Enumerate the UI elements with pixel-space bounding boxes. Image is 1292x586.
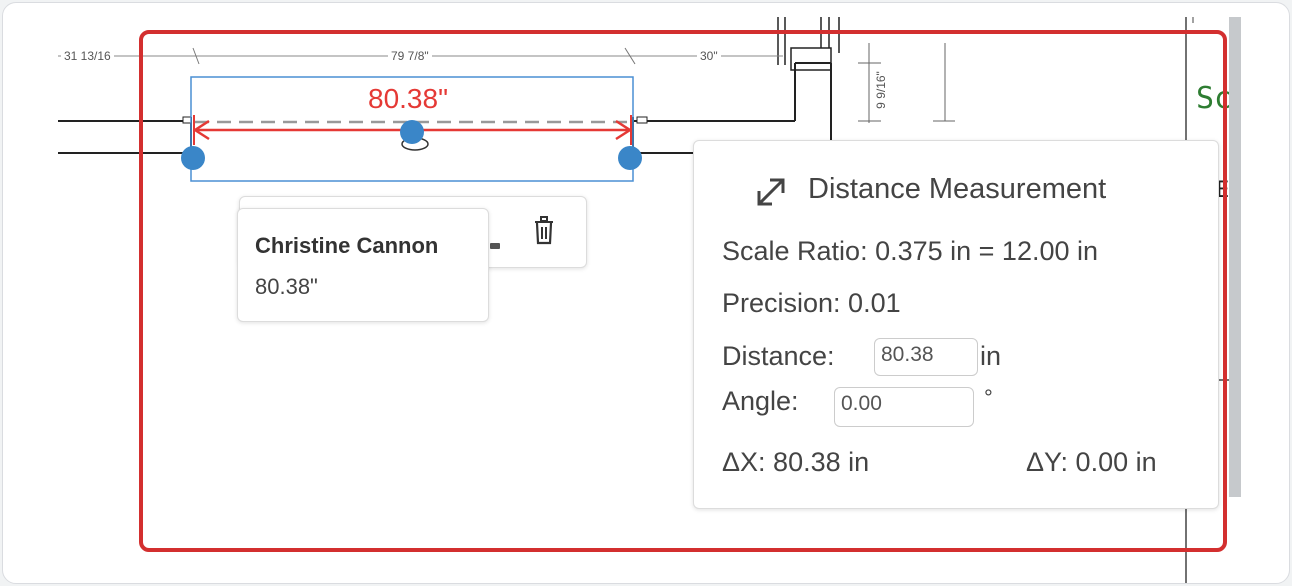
precision: Precision: 0.01 (722, 288, 901, 318)
distance-label: Distance: (722, 341, 835, 371)
annotation-author-card: Christine Cannon 80.38" (237, 208, 489, 322)
angle-label: Angle: (722, 386, 799, 416)
diagonal-arrows-icon (757, 178, 785, 206)
angle-input[interactable]: 0.00 (834, 387, 974, 427)
handle-right[interactable] (618, 146, 642, 170)
distance-unit: in (980, 341, 1002, 371)
dimension-right: 30" (697, 49, 721, 63)
dimension-left: 31 13/16 (61, 49, 114, 63)
angle-unit: ° (984, 385, 993, 410)
author-name: Christine Cannon (255, 233, 439, 258)
author-measurement-value: 80.38" (255, 274, 318, 299)
drawing-side-text: Sc (1196, 81, 1233, 116)
screenshot-frame: 31 13/16 79 7/8" 30" 9 9/16" Sc E 80.38"… (2, 2, 1290, 584)
handle-middle[interactable] (400, 120, 424, 144)
delete-trash-icon[interactable] (532, 215, 556, 245)
measurement-label: 80.38" (368, 83, 449, 114)
delta-x: ΔX: 80.38 in (722, 447, 870, 477)
dimension-vertical: 9 9/16" (873, 71, 888, 109)
distance-input[interactable]: 80.38 (874, 338, 978, 376)
delta-y: ΔY: 0.00 in (1026, 447, 1157, 477)
panel-title: Distance Measurement (808, 173, 1107, 205)
distance-measurement-panel: Distance Measurement Scale Ratio: 0.375 … (693, 140, 1219, 509)
scale-ratio: Scale Ratio: 0.375 in = 12.00 in (722, 236, 1099, 266)
vertical-scrollbar[interactable] (1229, 17, 1241, 497)
toolbar-icon[interactable] (490, 243, 500, 249)
dimension-middle: 79 7/8" (388, 49, 432, 63)
handle-left[interactable] (181, 146, 205, 170)
